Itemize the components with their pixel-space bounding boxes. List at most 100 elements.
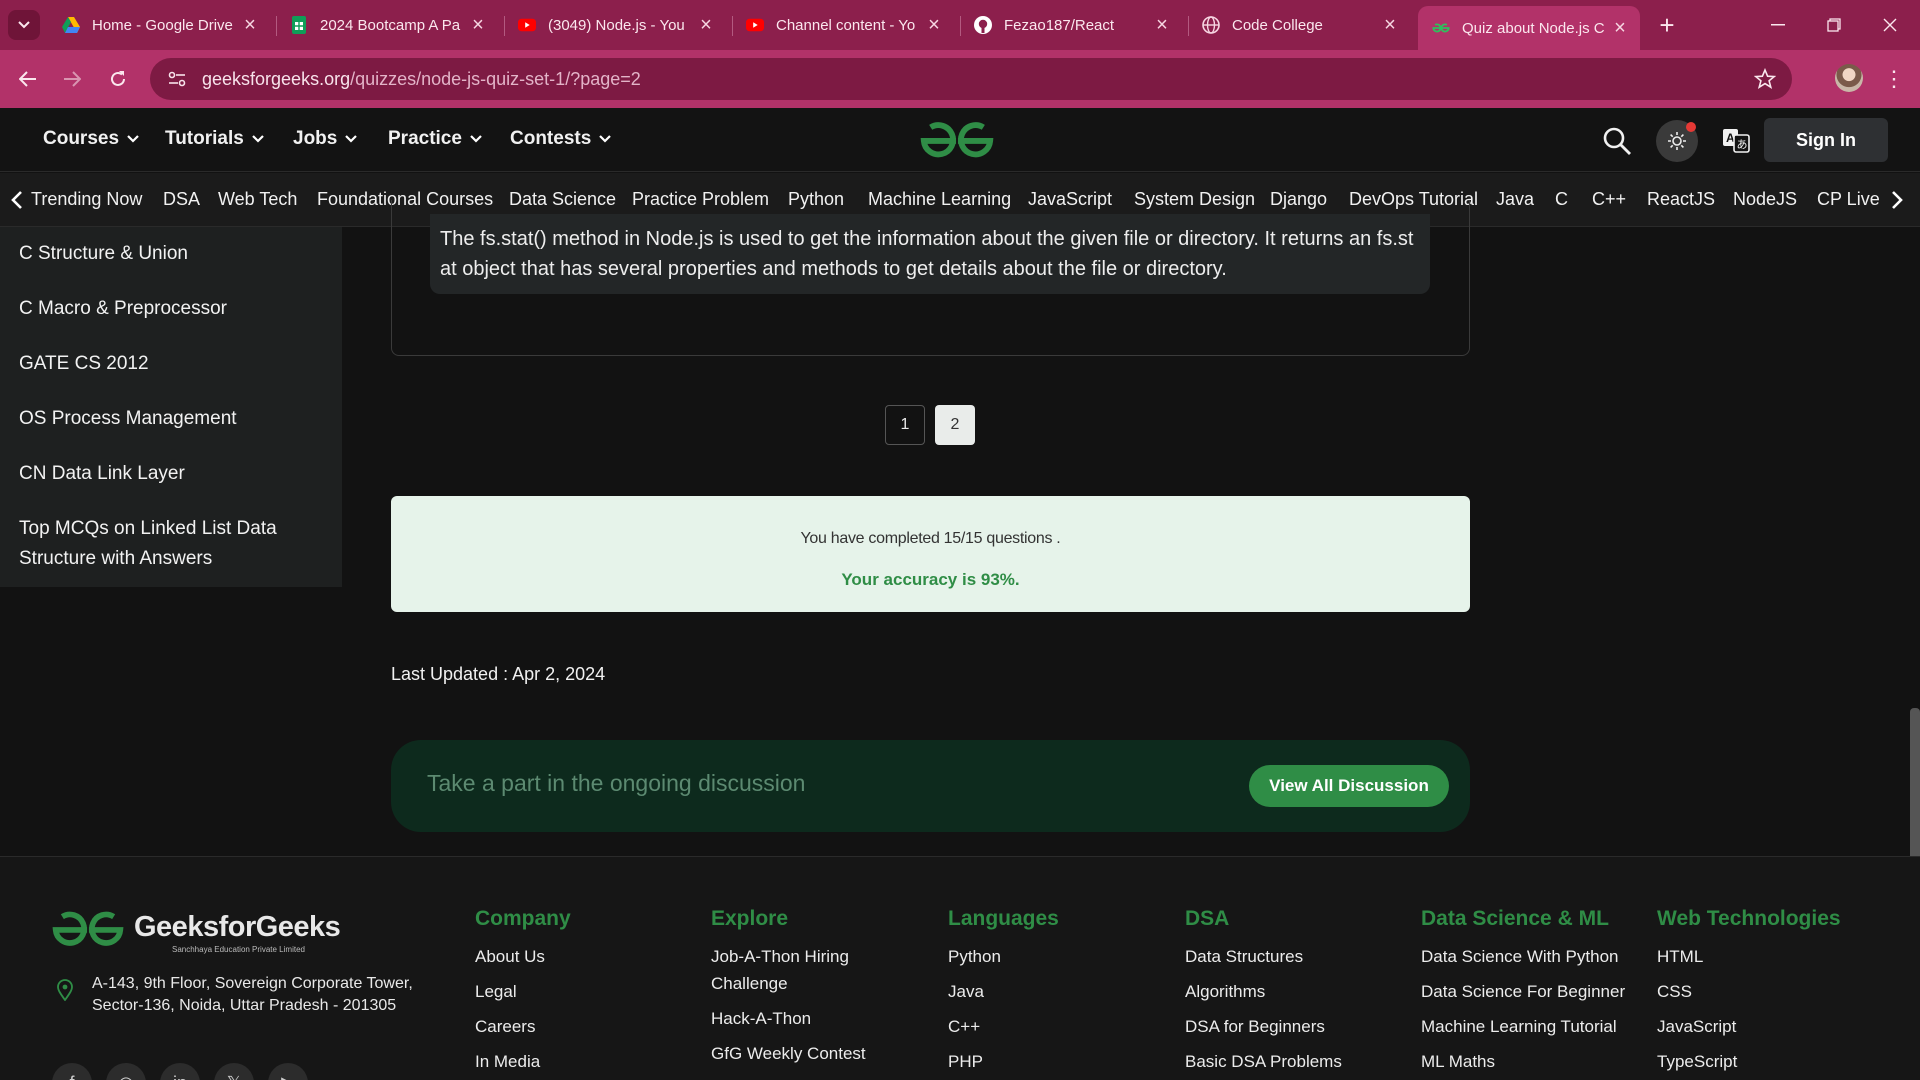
footer-link[interactable]: In Media xyxy=(475,1048,571,1075)
browser-tab[interactable]: Channel content - Yo × xyxy=(732,6,954,44)
minimize-button[interactable] xyxy=(1750,0,1806,50)
site-footer: GeeksforGeeks Sanchhaya Education Privat… xyxy=(0,856,1920,1080)
browser-menu-button[interactable]: ⋮ xyxy=(1882,64,1906,94)
subnav-item[interactable]: Trending Now xyxy=(31,189,142,210)
nav-label: Courses xyxy=(43,128,120,149)
footer-link[interactable]: Basic DSA Problems xyxy=(1185,1048,1342,1075)
footer-link[interactable]: ML Maths xyxy=(1421,1048,1625,1075)
back-button[interactable] xyxy=(12,63,44,95)
location-pin-icon xyxy=(57,979,73,1001)
footer-link[interactable]: About Us xyxy=(475,943,571,970)
browser-toolbar: geeksforgeeks.org/quizzes/node-js-quiz-s… xyxy=(0,50,1920,108)
subnav-item[interactable]: DSA xyxy=(163,189,200,210)
browser-tab[interactable]: Code College × xyxy=(1188,6,1410,44)
subnav-item[interactable]: Web Tech xyxy=(218,189,297,210)
subnav-item[interactable]: NodeJS xyxy=(1733,189,1797,210)
instagram-icon[interactable]: ◎ xyxy=(106,1063,146,1080)
footer-link[interactable]: Python xyxy=(948,943,1059,970)
close-tab-icon[interactable]: × xyxy=(468,15,488,35)
nav-jobs[interactable]: Jobs xyxy=(293,128,358,150)
close-window-button[interactable] xyxy=(1862,0,1918,50)
footer-link[interactable]: Data Science With Python xyxy=(1421,943,1625,970)
footer-link[interactable]: Careers xyxy=(475,1013,571,1040)
footer-link[interactable]: DSA for Beginners xyxy=(1185,1013,1342,1040)
chevron-right-icon[interactable] xyxy=(1888,189,1906,211)
address-bar[interactable]: geeksforgeeks.org/quizzes/node-js-quiz-s… xyxy=(150,58,1792,100)
footer-link[interactable]: TypeScript xyxy=(1657,1048,1841,1075)
footer-link[interactable]: Data Science For Beginner xyxy=(1421,978,1625,1005)
browser-tab[interactable]: (3049) Node.js - You × xyxy=(504,6,726,44)
site-info-icon[interactable] xyxy=(164,66,190,92)
subnav-item[interactable]: C++ xyxy=(1592,189,1626,210)
gfg-logo[interactable] xyxy=(918,120,996,160)
footer-link[interactable]: Job-A-Thon Hiring Challenge xyxy=(711,943,881,997)
github-icon xyxy=(974,16,992,34)
close-tab-icon[interactable]: × xyxy=(696,15,716,35)
tab-search-button[interactable] xyxy=(8,10,40,40)
theme-toggle-button[interactable] xyxy=(1656,120,1698,162)
close-tab-icon[interactable]: × xyxy=(1152,15,1172,35)
footer-link[interactable]: Algorithms xyxy=(1185,978,1342,1005)
footer-link[interactable]: Machine Learning Tutorial xyxy=(1421,1013,1625,1040)
footer-tagline: Sanchhaya Education Private Limited xyxy=(172,945,305,954)
explanation-text: The fs.stat() method in Node.js is used … xyxy=(430,214,1430,294)
sidebar-item[interactable]: OS Process Management xyxy=(19,404,319,434)
footer-link[interactable]: Hack-A-Thon xyxy=(711,1005,881,1032)
sidebar-item[interactable]: CN Data Link Layer xyxy=(19,459,319,489)
tab-title: Quiz about Node.js C xyxy=(1462,19,1605,37)
footer-link[interactable]: C++ xyxy=(948,1013,1059,1040)
browser-tab[interactable]: Home - Google Drive × xyxy=(48,6,270,44)
nav-practice[interactable]: Practice xyxy=(388,128,482,150)
subnav-item[interactable]: Java xyxy=(1496,189,1534,210)
bookmark-star-icon[interactable] xyxy=(1754,68,1776,90)
view-all-discussion-button[interactable]: View All Discussion xyxy=(1249,765,1449,807)
footer-link[interactable]: JavaScript xyxy=(1657,1013,1841,1040)
nav-contests[interactable]: Contests xyxy=(510,128,612,150)
close-tab-icon[interactable]: × xyxy=(1380,15,1400,35)
footer-link[interactable]: Legal xyxy=(475,978,571,1005)
subnav-item[interactable]: CP Live xyxy=(1817,189,1880,210)
youtube-icon[interactable]: ▶ xyxy=(268,1063,308,1080)
restore-button[interactable] xyxy=(1806,0,1862,50)
new-tab-button[interactable]: + xyxy=(1652,10,1682,40)
close-tab-icon[interactable]: × xyxy=(924,15,944,35)
nav-courses[interactable]: Courses xyxy=(43,128,139,150)
nav-tutorials[interactable]: Tutorials xyxy=(165,128,264,150)
linkedin-icon[interactable]: in xyxy=(160,1063,200,1080)
subnav-item[interactable]: ReactJS xyxy=(1647,189,1715,210)
forward-button[interactable] xyxy=(56,63,88,95)
profile-avatar[interactable] xyxy=(1835,64,1863,92)
page-button[interactable]: 1 xyxy=(885,405,925,445)
browser-tab[interactable]: 2024 Bootcamp A Pa × xyxy=(276,6,498,44)
footer-link[interactable]: PHP xyxy=(948,1048,1059,1075)
sidebar-item[interactable]: C Structure & Union xyxy=(19,239,319,269)
x-twitter-icon[interactable]: 𝕏 xyxy=(214,1063,254,1080)
youtube-icon xyxy=(746,16,764,34)
arrow-left-icon xyxy=(19,71,36,87)
footer-link[interactable]: GfG Weekly Contest xyxy=(711,1040,881,1067)
search-icon[interactable] xyxy=(1602,126,1632,156)
facebook-icon[interactable]: f xyxy=(52,1063,92,1080)
footer-link[interactable]: CSS xyxy=(1657,978,1841,1005)
chevron-left-icon[interactable] xyxy=(8,189,26,211)
sign-in-button[interactable]: Sign In xyxy=(1764,118,1888,162)
footer-link[interactable]: HTML xyxy=(1657,943,1841,970)
close-tab-icon[interactable]: × xyxy=(240,15,260,35)
footer-link[interactable]: Java xyxy=(948,978,1059,1005)
reload-button[interactable] xyxy=(102,63,134,95)
sidebar-item[interactable]: Top MCQs on Linked List Data Structure w… xyxy=(19,514,319,574)
url-text: geeksforgeeks.org/quizzes/node-js-quiz-s… xyxy=(202,69,641,90)
nav-label: Contests xyxy=(510,128,592,149)
browser-tab-active[interactable]: Quiz about Node.js C × xyxy=(1418,6,1640,50)
footer-logo[interactable]: GeeksforGeeks Sanchhaya Education Privat… xyxy=(50,907,341,955)
footer-column-title: Languages xyxy=(948,907,1059,930)
page-button-current[interactable]: 2 xyxy=(935,405,975,445)
translate-icon[interactable]: Aあ xyxy=(1722,126,1750,154)
footer-link[interactable]: Data Structures xyxy=(1185,943,1342,970)
subnav-item[interactable]: C xyxy=(1555,189,1568,210)
discussion-prompt[interactable]: Take a part in the ongoing discussion xyxy=(427,770,805,797)
sidebar-item[interactable]: GATE CS 2012 xyxy=(19,349,319,379)
browser-tab[interactable]: Fezao187/React × xyxy=(960,6,1182,44)
sidebar-item[interactable]: C Macro & Preprocessor xyxy=(19,294,319,324)
close-tab-icon[interactable]: × xyxy=(1610,18,1630,38)
